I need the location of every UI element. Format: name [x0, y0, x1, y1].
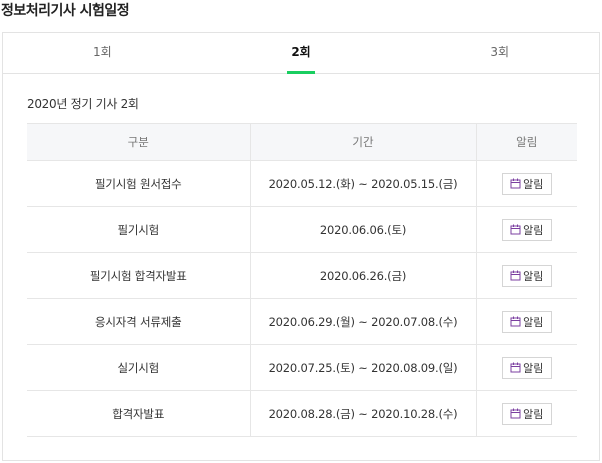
- row-alarm-cell: 알림: [476, 252, 577, 299]
- alarm-button[interactable]: 알림: [501, 264, 552, 287]
- table-row: 필기시험 원서접수 2020.05.12.(화) ~ 2020.05.15.(금…: [27, 160, 577, 207]
- tab-round-2[interactable]: 2회: [202, 33, 401, 74]
- schedule-table: 구분 기간 알림 필기시험 원서접수 2020.05.12.(화) ~ 2020…: [27, 123, 577, 437]
- schedule-panel: 1회 2회 3회 2020년 정기 기사 2회 구분 기간 알림 필기시험 원서…: [2, 32, 600, 461]
- alarm-button[interactable]: 알림: [501, 172, 552, 195]
- calendar-icon: [510, 224, 521, 235]
- row-category: 필기시험 원서접수: [27, 160, 251, 207]
- alarm-button-label: 알림: [523, 315, 544, 329]
- row-category: 실기시험: [27, 344, 251, 391]
- column-header-alarm: 알림: [476, 123, 577, 161]
- table-header-row: 구분 기간 알림: [27, 123, 577, 161]
- row-period: 2020.05.12.(화) ~ 2020.05.15.(금): [250, 160, 477, 207]
- row-alarm-cell: 알림: [476, 160, 577, 207]
- alarm-button[interactable]: 알림: [501, 310, 552, 333]
- calendar-icon: [510, 178, 521, 189]
- table-row: 합격자발표 2020.08.28.(금) ~ 2020.10.28.(수) 알림: [27, 390, 577, 437]
- row-category: 필기시험: [27, 206, 251, 253]
- alarm-button-label: 알림: [523, 407, 544, 421]
- calendar-icon: [510, 270, 521, 281]
- table-row: 응시자격 서류제출 2020.06.29.(월) ~ 2020.07.08.(수…: [27, 298, 577, 345]
- page-title: 정보처리기사 시험일정: [1, 3, 130, 19]
- row-period: 2020.08.28.(금) ~ 2020.10.28.(수): [250, 390, 477, 437]
- section-title: 2020년 정기 기사 2회: [27, 97, 139, 111]
- round-tabs: 1회 2회 3회: [3, 33, 599, 74]
- row-period: 2020.07.25.(토) ~ 2020.08.09.(일): [250, 344, 477, 391]
- tab-label: 2회: [291, 45, 311, 59]
- row-category: 합격자발표: [27, 390, 251, 437]
- alarm-button-label: 알림: [523, 361, 544, 375]
- row-alarm-cell: 알림: [476, 206, 577, 253]
- tab-round-3[interactable]: 3회: [400, 33, 599, 73]
- alarm-button-label: 알림: [523, 223, 544, 237]
- row-alarm-cell: 알림: [476, 390, 577, 437]
- tab-label: 3회: [490, 45, 510, 59]
- row-period: 2020.06.26.(금): [250, 252, 477, 299]
- active-tab-indicator: [287, 71, 315, 74]
- tab-label: 1회: [92, 45, 112, 59]
- alarm-button-label: 알림: [523, 177, 544, 191]
- alarm-button-label: 알림: [523, 269, 544, 283]
- column-header-category: 구분: [27, 123, 251, 161]
- alarm-button[interactable]: 알림: [501, 402, 552, 425]
- calendar-icon: [510, 362, 521, 373]
- table-row: 실기시험 2020.07.25.(토) ~ 2020.08.09.(일) 알림: [27, 344, 577, 391]
- row-alarm-cell: 알림: [476, 298, 577, 345]
- row-alarm-cell: 알림: [476, 344, 577, 391]
- calendar-icon: [510, 316, 521, 327]
- table-row: 필기시험 합격자발표 2020.06.26.(금) 알림: [27, 252, 577, 299]
- alarm-button[interactable]: 알림: [501, 356, 552, 379]
- column-header-period: 기간: [250, 123, 477, 161]
- row-period: 2020.06.06.(토): [250, 206, 477, 253]
- row-category: 응시자격 서류제출: [27, 298, 251, 345]
- alarm-button[interactable]: 알림: [501, 218, 552, 241]
- calendar-icon: [510, 408, 521, 419]
- table-row: 필기시험 2020.06.06.(토) 알림: [27, 206, 577, 253]
- row-category: 필기시험 합격자발표: [27, 252, 251, 299]
- tab-round-1[interactable]: 1회: [3, 33, 202, 73]
- row-period: 2020.06.29.(월) ~ 2020.07.08.(수): [250, 298, 477, 345]
